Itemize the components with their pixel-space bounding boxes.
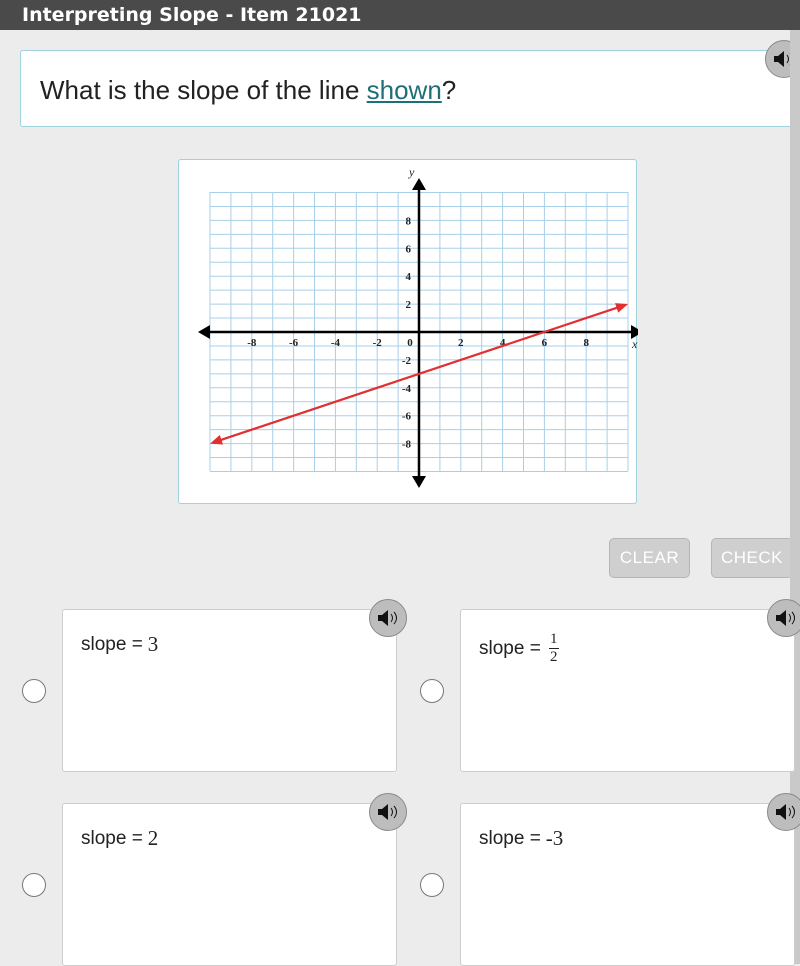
choice-radio-2[interactable] [420, 679, 444, 703]
y-axis-arrow-up [412, 178, 426, 190]
question-suffix: ? [441, 75, 457, 105]
choice-card-4[interactable]: slope = -3 [460, 803, 795, 966]
question-prefix: What is the slope of the line [40, 75, 367, 105]
numerator: 1 [550, 631, 558, 647]
choice-radio-4[interactable] [420, 873, 444, 897]
x-axis-label: x [631, 337, 638, 351]
choice-audio-button-2[interactable] [767, 599, 800, 637]
choice-audio-button-3[interactable] [369, 793, 407, 831]
y-tick-label: -8 [402, 439, 412, 451]
x-tick-label: -6 [289, 337, 299, 349]
question-text: What is the slope of the line shown? [40, 75, 456, 106]
y-tick-label: 6 [406, 243, 412, 255]
x-tick-label: 0 [407, 337, 413, 349]
y-tick-label: 4 [406, 271, 412, 283]
choice-value: -3 [545, 826, 564, 850]
y-tick-label: -4 [402, 383, 412, 395]
question-card: What is the slope of the line shown? [20, 50, 793, 127]
speaker-icon [776, 804, 795, 820]
line-arrow-right [615, 303, 628, 313]
y-axis-arrow-down [412, 476, 426, 488]
choice-card-1[interactable]: slope = 3 [62, 609, 397, 772]
speaker-icon [776, 610, 795, 626]
choice-card-3[interactable]: slope = 2 [62, 803, 397, 966]
fraction: 12 [548, 631, 559, 665]
choice-radio-3[interactable] [22, 873, 46, 897]
denominator: 2 [550, 649, 558, 665]
x-tick-label: 2 [458, 337, 464, 349]
choice-audio-button-4[interactable] [767, 793, 800, 831]
x-tick-label: -8 [247, 337, 257, 349]
choice-value: 3 [147, 632, 159, 656]
check-button[interactable]: CHECK [711, 538, 793, 578]
speaker-icon [378, 610, 397, 626]
y-tick-label: -2 [402, 355, 412, 367]
speaker-icon [378, 804, 397, 820]
y-tick-label: 8 [406, 215, 412, 227]
choice-value: 2 [147, 826, 159, 850]
shown-link[interactable]: shown [367, 75, 442, 105]
x-axis-arrow-left [198, 325, 210, 339]
choice-label: slope = [81, 633, 143, 655]
choice-label: slope = [81, 827, 143, 849]
y-tick-label: -6 [402, 411, 412, 423]
graph-card: -8 -6 -4 -2 0 2 4 6 8 8 6 4 2 -2 -4 -6 -8 x y [178, 159, 643, 504]
x-tick-label: -2 [373, 337, 383, 349]
coordinate-plane: -8 -6 -4 -2 0 2 4 6 88642-2-4-6-8xy [198, 165, 643, 488]
y-tick-label: 2 [406, 299, 412, 311]
y-axis-label: y [408, 165, 415, 179]
line-arrow-left [210, 435, 223, 445]
choice-label: slope = [479, 637, 541, 659]
choice-card-2[interactable]: slope = 12 [460, 609, 795, 772]
choice-radio-1[interactable] [22, 679, 46, 703]
x-tick-label: 8 [583, 337, 589, 349]
choice-audio-button-1[interactable] [369, 599, 407, 637]
x-tick-label: 6 [542, 337, 548, 349]
clear-button[interactable]: CLEAR [609, 538, 690, 578]
window-title: Interpreting Slope - Item 21021 [0, 0, 800, 30]
x-tick-label: -4 [331, 337, 341, 349]
choice-label: slope = [479, 827, 541, 849]
